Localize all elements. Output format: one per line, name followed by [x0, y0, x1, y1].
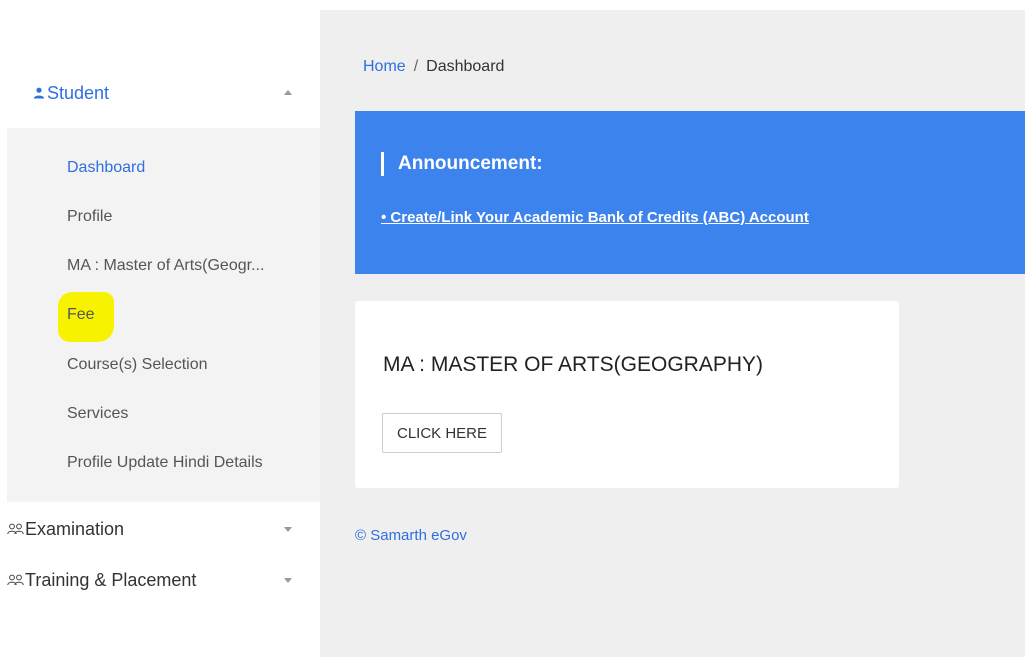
- sidebar-item-services[interactable]: Services: [67, 405, 128, 423]
- sidebar-item-profile[interactable]: Profile: [67, 208, 112, 226]
- top-strip: [0, 0, 1025, 10]
- sidebar-item-fee[interactable]: Fee: [67, 306, 95, 324]
- student-submenu: [7, 128, 320, 502]
- breadcrumb-home-link[interactable]: Home: [363, 58, 406, 75]
- sidebar-section-training-label: Training & Placement: [25, 569, 197, 590]
- chevron-down-icon: [284, 578, 292, 583]
- footer-credit: © Samarth eGov: [355, 527, 467, 544]
- sidebar-item-profile-update-hindi[interactable]: Profile Update Hindi Details: [67, 454, 263, 472]
- chevron-up-icon: [284, 90, 292, 95]
- sidebar-section-training-placement[interactable]: Training & Placement: [0, 566, 320, 594]
- chevron-down-icon: [284, 527, 292, 532]
- sidebar-section-examination-label: Examination: [25, 518, 125, 539]
- breadcrumb: Home / Dashboard: [363, 58, 504, 76]
- person-icon: [33, 87, 45, 99]
- breadcrumb-current: Dashboard: [426, 58, 505, 75]
- program-card: MA : MASTER OF ARTS(GEOGRAPHY) CLICK HER…: [355, 301, 899, 488]
- sidebar-item-program[interactable]: MA : Master of Arts(Geogr...: [67, 257, 264, 275]
- sidebar-section-student[interactable]: Student: [0, 79, 320, 107]
- sidebar-item-dashboard[interactable]: Dashboard: [67, 159, 145, 177]
- announcement-banner: Announcement: • Create/Link Your Academi…: [355, 111, 1025, 274]
- program-title: MA : MASTER OF ARTS(GEOGRAPHY): [383, 353, 763, 376]
- breadcrumb-separator: /: [413, 58, 419, 75]
- sidebar-item-course-selection[interactable]: Course(s) Selection: [67, 356, 208, 374]
- click-here-button[interactable]: CLICK HERE: [382, 413, 502, 453]
- sidebar-section-student-label: Student: [47, 82, 110, 103]
- abc-account-link[interactable]: • Create/Link Your Academic Bank of Cred…: [381, 209, 809, 226]
- people-icon: [7, 523, 24, 535]
- announcement-title: Announcement:: [381, 152, 543, 176]
- people-icon: [7, 574, 24, 586]
- sidebar-section-examination[interactable]: Examination: [0, 515, 320, 543]
